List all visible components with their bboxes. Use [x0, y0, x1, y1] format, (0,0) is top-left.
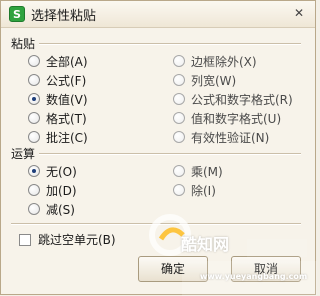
- operation-section-divider: [39, 153, 301, 155]
- dialog-titlebar: S 选择性粘贴 ✕: [1, 1, 315, 28]
- cancel-button-label: 取消: [253, 262, 278, 276]
- paste-option-all-except-borders[interactable]: 边框除外(X): [173, 52, 257, 70]
- paste-section-label: 粘贴: [11, 37, 36, 51]
- paste-option-all-except-borders-label: 边框除外(X): [191, 54, 257, 69]
- operation-section-label: 运算: [11, 147, 36, 161]
- ok-button-label: 确定: [160, 262, 185, 276]
- operation-option-multiply-label: 乘(M): [191, 164, 223, 179]
- paste-section-divider: [39, 43, 301, 45]
- radio-formats-icon: [28, 112, 40, 124]
- dialog-title: 选择性粘贴: [31, 9, 97, 24]
- operation-option-none[interactable]: 无(O): [28, 162, 77, 180]
- radio-validation-icon: [173, 131, 185, 143]
- operation-option-subtract[interactable]: 减(S): [28, 200, 75, 218]
- paste-option-all-label: 全部(A): [46, 54, 88, 69]
- skip-blanks-label: 跳过空单元(B): [38, 233, 116, 247]
- close-icon: ✕: [293, 6, 305, 20]
- operation-option-divide-label: 除(I): [191, 183, 216, 198]
- paste-option-formulas-label: 公式(F): [46, 73, 87, 88]
- radio-all-except-borders-icon: [173, 55, 185, 67]
- operation-option-add-label: 加(D): [46, 183, 77, 198]
- radio-all-icon: [28, 55, 40, 67]
- paste-option-formulas[interactable]: 公式(F): [28, 71, 86, 89]
- radio-multiply-icon: [173, 165, 185, 177]
- radio-values-icon: [28, 93, 40, 105]
- operation-option-none-label: 无(O): [46, 164, 77, 179]
- radio-subtract-icon: [28, 203, 40, 215]
- radio-formulas-icon: [28, 74, 40, 86]
- cancel-button[interactable]: 取消: [231, 256, 301, 282]
- paste-option-comments[interactable]: 批注(C): [28, 128, 88, 146]
- radio-values-and-number-formats-icon: [173, 112, 185, 124]
- app-icon-letter: S: [13, 7, 21, 21]
- paste-option-column-widths[interactable]: 列宽(W): [173, 71, 236, 89]
- wps-spreadsheet-app-icon: S: [9, 6, 25, 22]
- watermark-brand-text: 酷知网: [181, 235, 230, 254]
- operation-option-add[interactable]: 加(D): [28, 181, 77, 199]
- radio-formulas-and-number-formats-icon: [173, 93, 185, 105]
- paste-option-formats-label: 格式(T): [46, 111, 87, 126]
- operation-option-multiply[interactable]: 乘(M): [173, 162, 223, 180]
- paste-option-all[interactable]: 全部(A): [28, 52, 88, 70]
- ok-button[interactable]: 确定: [138, 256, 208, 282]
- radio-add-icon: [28, 184, 40, 196]
- radio-divide-icon: [173, 184, 185, 196]
- paste-option-values-and-number-formats-label: 值和数字格式(U): [191, 111, 282, 126]
- paste-option-formats[interactable]: 格式(T): [28, 109, 87, 127]
- radio-comments-icon: [28, 131, 40, 143]
- paste-option-column-widths-label: 列宽(W): [191, 73, 237, 88]
- paste-option-values-label: 数值(V): [46, 92, 88, 107]
- operation-option-divide[interactable]: 除(I): [173, 181, 216, 199]
- close-button[interactable]: ✕: [293, 7, 305, 19]
- bottom-divider: [11, 223, 301, 225]
- radio-column-widths-icon: [173, 74, 185, 86]
- operation-option-subtract-label: 减(S): [46, 202, 75, 217]
- paste-option-values[interactable]: 数值(V): [28, 90, 88, 108]
- paste-option-validation-label: 有效性验证(N): [191, 130, 270, 145]
- radio-none-icon: [28, 165, 40, 177]
- paste-option-formulas-and-number-formats[interactable]: 公式和数字格式(R): [173, 90, 293, 108]
- paste-option-comments-label: 批注(C): [46, 130, 88, 145]
- paste-option-formulas-and-number-formats-label: 公式和数字格式(R): [191, 92, 293, 107]
- paste-option-validation[interactable]: 有效性验证(N): [173, 128, 269, 146]
- paste-option-values-and-number-formats[interactable]: 值和数字格式(U): [173, 109, 281, 127]
- skip-blanks-checkbox[interactable]: [19, 234, 31, 246]
- paste-special-dialog: S 选择性粘贴 ✕ 粘贴 全部(A) 公式(F) 数值(V) 格式(T) 批注(…: [0, 0, 317, 296]
